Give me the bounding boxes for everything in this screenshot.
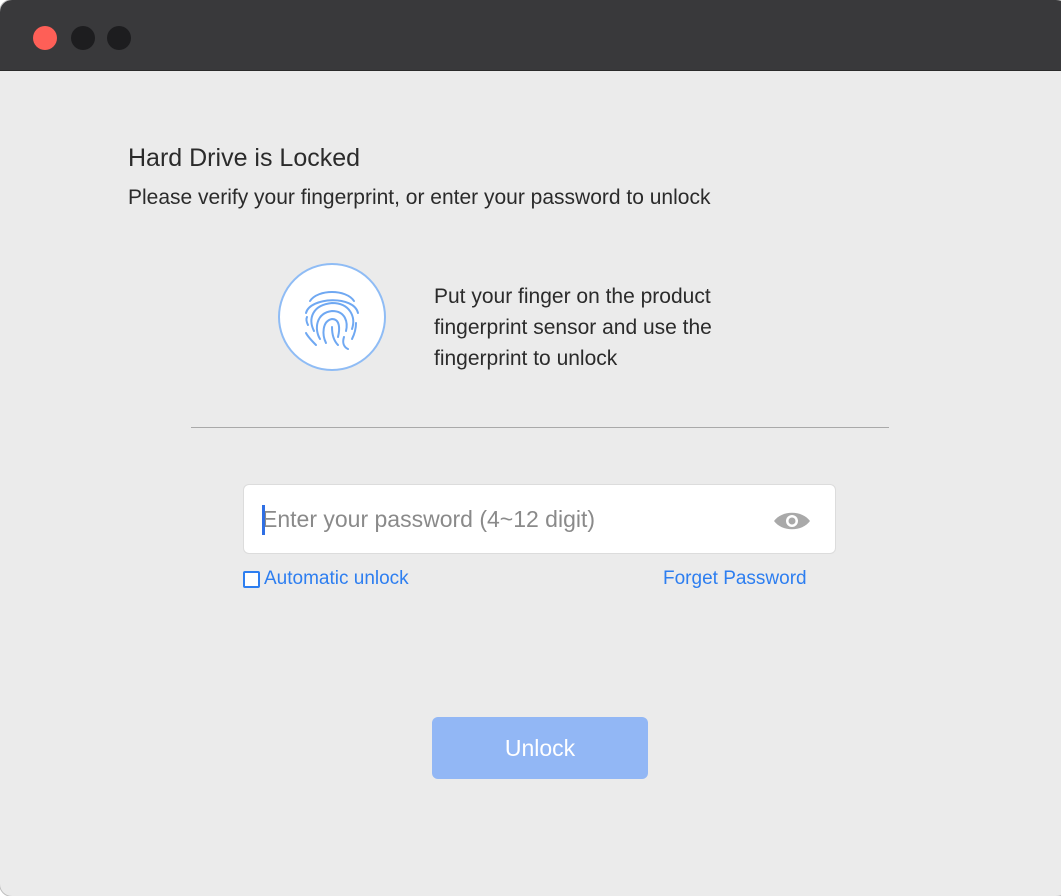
title-bar	[0, 0, 1061, 71]
instruction-line: Put your finger on the product	[434, 285, 711, 308]
password-input[interactable]	[262, 499, 742, 539]
page-subtitle: Please verify your fingerprint, or enter…	[128, 186, 711, 209]
automatic-unlock-option[interactable]: Automatic unlock	[243, 567, 409, 591]
eye-icon[interactable]	[772, 508, 812, 534]
instruction-line: fingerprint sensor and use the	[434, 316, 712, 339]
fingerprint-icon	[305, 291, 359, 350]
minimize-window-button[interactable]	[71, 26, 95, 50]
fingerprint-badge	[278, 263, 386, 371]
password-field-container	[243, 484, 836, 554]
automatic-unlock-checkbox[interactable]	[243, 570, 260, 588]
instruction-line: fingerprint to unlock	[434, 347, 618, 370]
maximize-window-button[interactable]	[107, 26, 131, 50]
automatic-unlock-label[interactable]: Automatic unlock	[264, 568, 409, 590]
page-title: Hard Drive is Locked	[128, 144, 361, 172]
forget-password-link[interactable]: Forget Password	[663, 568, 807, 590]
unlock-button[interactable]: Unlock	[432, 717, 648, 779]
unlock-window: Hard Drive is Locked Please verify your …	[0, 0, 1061, 896]
section-divider	[191, 427, 889, 428]
text-caret	[262, 505, 265, 535]
close-window-button[interactable]	[33, 26, 57, 50]
fingerprint-instruction: Put your finger on the product fingerpri…	[434, 281, 854, 374]
